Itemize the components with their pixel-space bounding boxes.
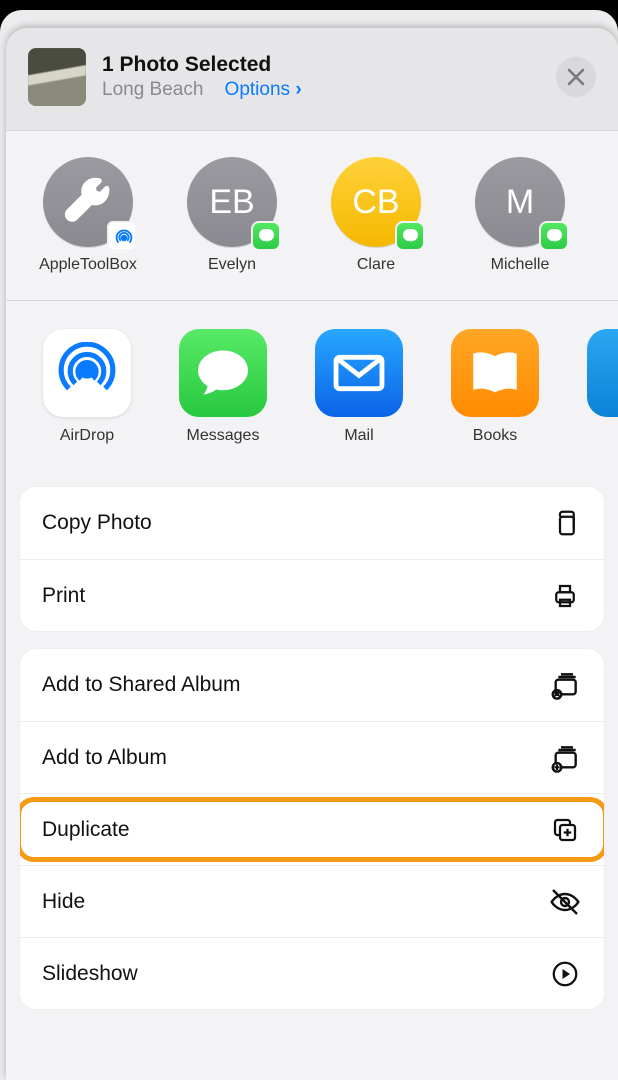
app-books[interactable]: Books xyxy=(444,329,546,445)
album-icon xyxy=(548,741,582,775)
contact-partial[interactable]: Ag xyxy=(608,157,618,274)
wrench-icon xyxy=(63,177,113,227)
action-label: Hide xyxy=(42,890,85,914)
messages-badge-icon xyxy=(539,221,569,251)
action-label: Copy Photo xyxy=(42,511,152,535)
play-icon xyxy=(548,957,582,991)
contact-label: Michelle xyxy=(464,255,576,274)
contact-label: AppleToolBox xyxy=(32,255,144,274)
action-label: Slideshow xyxy=(42,962,138,986)
mail-icon xyxy=(315,329,403,417)
app-label: AirDrop xyxy=(36,427,138,445)
share-sheet-backdrop: 1 Photo Selected Long Beach Options › Ap… xyxy=(0,10,618,1080)
share-contacts-row[interactable]: AppleToolBox EB Evelyn CB Clare M Michel… xyxy=(6,131,618,301)
action-print[interactable]: Print xyxy=(20,559,604,631)
app-icon xyxy=(587,329,618,417)
airdrop-badge-icon xyxy=(107,221,137,251)
share-header: 1 Photo Selected Long Beach Options › xyxy=(6,28,618,131)
photo-thumbnail[interactable] xyxy=(28,48,86,106)
close-icon xyxy=(567,68,585,86)
action-label: Duplicate xyxy=(42,818,130,842)
share-header-text: 1 Photo Selected Long Beach Options › xyxy=(102,53,556,101)
app-label: Mail xyxy=(308,427,410,445)
contact-label: Ag xyxy=(608,255,618,274)
action-add-album[interactable]: Add to Album xyxy=(20,721,604,793)
duplicate-icon xyxy=(548,813,582,847)
share-title: 1 Photo Selected xyxy=(102,53,556,77)
options-button[interactable]: Options › xyxy=(225,79,302,100)
app-label: Books xyxy=(444,427,546,445)
avatar: M xyxy=(475,157,565,247)
action-label: Print xyxy=(42,584,85,608)
app-airdrop[interactable]: AirDrop xyxy=(36,329,138,445)
action-group: Copy Photo Print xyxy=(20,487,604,631)
action-add-shared-album[interactable]: Add to Shared Album xyxy=(20,649,604,721)
avatar xyxy=(43,157,133,247)
action-copy-photo[interactable]: Copy Photo xyxy=(20,487,604,559)
messages-icon xyxy=(179,329,267,417)
chevron-right-icon: › xyxy=(295,79,301,100)
contact-appletoolbox[interactable]: AppleToolBox xyxy=(32,157,144,274)
share-location: Long Beach xyxy=(102,79,203,100)
action-hide[interactable]: Hide xyxy=(20,865,604,937)
books-icon xyxy=(451,329,539,417)
messages-badge-icon xyxy=(251,221,281,251)
app-messages[interactable]: Messages xyxy=(172,329,274,445)
share-subtitle: Long Beach Options › xyxy=(102,79,556,101)
hide-icon xyxy=(548,885,582,919)
share-actions: Copy Photo Print Add to Shared Album Add… xyxy=(6,469,618,1009)
copy-icon xyxy=(548,506,582,540)
contact-label: Evelyn xyxy=(176,255,288,274)
messages-badge-icon xyxy=(395,221,425,251)
app-label: Messages xyxy=(172,427,274,445)
action-duplicate[interactable]: Duplicate xyxy=(20,793,604,865)
share-sheet: 1 Photo Selected Long Beach Options › Ap… xyxy=(6,28,618,1080)
app-partial[interactable]: Fa xyxy=(580,329,618,445)
airdrop-icon xyxy=(43,329,131,417)
shared-album-icon xyxy=(548,668,582,702)
close-button[interactable] xyxy=(556,57,596,97)
app-mail[interactable]: Mail xyxy=(308,329,410,445)
avatar: EB xyxy=(187,157,277,247)
print-icon xyxy=(548,579,582,613)
contact-clare[interactable]: CB Clare xyxy=(320,157,432,274)
contact-michelle[interactable]: M Michelle xyxy=(464,157,576,274)
action-label: Add to Album xyxy=(42,746,167,770)
share-apps-row[interactable]: AirDrop Messages Mail Books Fa xyxy=(6,301,618,469)
avatar: CB xyxy=(331,157,421,247)
contact-evelyn[interactable]: EB Evelyn xyxy=(176,157,288,274)
app-label: Fa xyxy=(580,427,618,445)
action-group: Add to Shared Album Add to Album Duplica… xyxy=(20,649,604,1009)
action-slideshow[interactable]: Slideshow xyxy=(20,937,604,1009)
contact-label: Clare xyxy=(320,255,432,274)
action-label: Add to Shared Album xyxy=(42,673,240,697)
